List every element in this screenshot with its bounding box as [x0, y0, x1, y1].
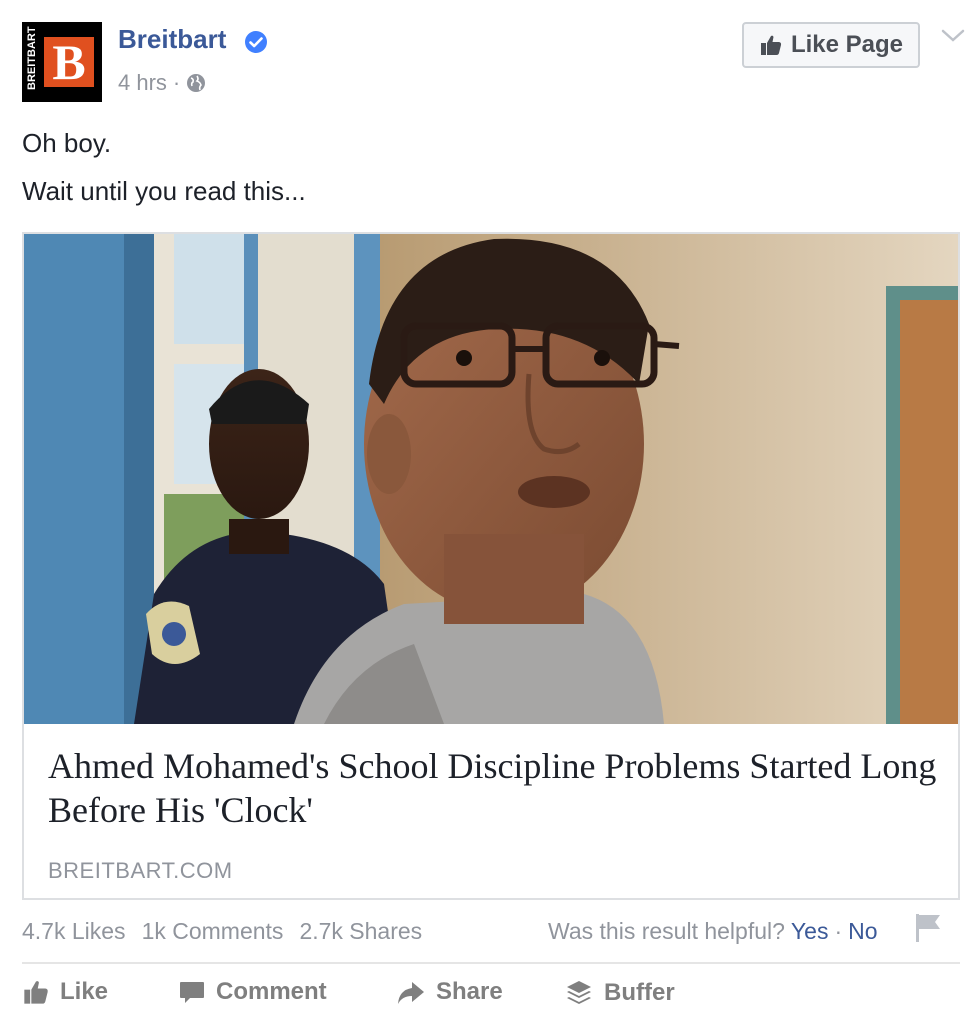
buffer-stack-icon [567, 981, 591, 1004]
post-text-line-1: Oh boy. [22, 128, 112, 158]
post-time[interactable]: 4 hrs [118, 70, 167, 96]
globe-icon [187, 74, 206, 92]
helpful-prompt: Was this result helpful? Yes · No [548, 918, 878, 945]
helpful-question: Was this result helpful? [548, 918, 785, 944]
shares-count[interactable]: 2.7k Shares [299, 918, 422, 945]
like-label: Like [60, 978, 109, 1005]
buffer-button[interactable]: Buffer [564, 978, 675, 1008]
like-page-label: Like Page [790, 31, 904, 58]
comment-button[interactable]: Comment [178, 978, 327, 1006]
post-text-line-2: Wait until you read this... [22, 176, 306, 206]
article-photo[interactable] [24, 234, 958, 724]
link-title[interactable]: Ahmed Mohamed's School Discipline Proble… [48, 744, 938, 832]
actions-divider [22, 962, 960, 964]
comments-count[interactable]: 1k Comments [142, 918, 284, 945]
page-logo[interactable]: BREITBART B [22, 22, 102, 102]
helpful-separator: · [834, 918, 843, 944]
link-domain: BREITBART.COM [48, 858, 233, 883]
buffer-label: Buffer [604, 979, 675, 1006]
share-arrow-icon [398, 982, 424, 1004]
helpful-yes-link[interactable]: Yes [791, 918, 829, 945]
verified-badge-icon [245, 31, 267, 53]
page-name-link[interactable]: Breitbart [118, 24, 226, 55]
thumbs-up-icon [760, 35, 782, 55]
logo-vertical-text: BREITBART [26, 26, 38, 90]
logo-letter: B [44, 37, 94, 87]
flag-icon[interactable] [914, 912, 942, 944]
share-button[interactable]: Share [396, 978, 503, 1006]
thumbs-up-icon [24, 981, 48, 1004]
like-button[interactable]: Like [22, 978, 108, 1006]
comment-bubble-icon [180, 982, 204, 1003]
link-preview-card[interactable]: Ahmed Mohamed's School Discipline Proble… [22, 232, 960, 900]
engagement-stats: 4.7k Likes 1k Comments 2.7k Shares [22, 918, 422, 945]
meta-separator: · [172, 70, 181, 95]
share-label: Share [436, 978, 503, 1005]
post-meta: 4 hrs · [118, 70, 206, 96]
like-page-button[interactable]: Like Page [742, 22, 920, 68]
comment-label: Comment [216, 978, 327, 1005]
helpful-no-link[interactable]: No [848, 918, 877, 945]
post-action-bar: Like Comment Share Buffer [22, 978, 960, 1012]
likes-count[interactable]: 4.7k Likes [22, 918, 126, 945]
chevron-down-icon[interactable] [940, 28, 966, 44]
